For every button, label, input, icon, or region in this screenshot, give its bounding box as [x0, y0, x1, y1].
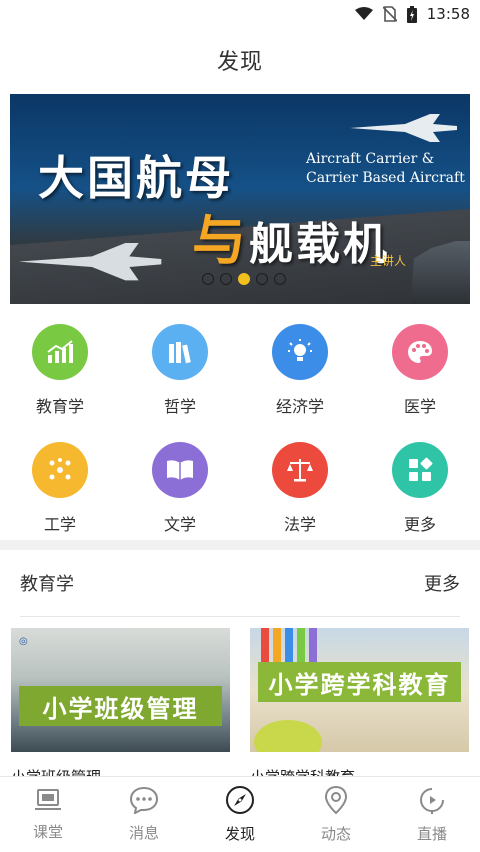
banner-title-line2: 与舰载机: [192, 196, 390, 275]
category-label: 经济学: [275, 397, 324, 416]
deck-jet-icon: [18, 243, 162, 281]
category-item[interactable]: 更多: [360, 436, 480, 546]
grid-more-icon: [392, 442, 448, 498]
tab-label: 发现: [224, 825, 255, 843]
category-label: 文学: [163, 515, 196, 534]
category-label: 医学: [403, 397, 436, 416]
clock-time: 13:58: [426, 5, 470, 23]
category-label: 哲学: [163, 397, 196, 416]
tab-classroom[interactable]: 课堂: [0, 777, 96, 852]
carousel-indicator: [202, 273, 286, 285]
tab-label: 直播: [416, 825, 447, 843]
category-item[interactable]: 文学: [120, 436, 240, 546]
section-title: 教育学: [20, 574, 74, 595]
category-item[interactable]: 教育学: [0, 318, 120, 428]
course-thumbnail-title: 小学班级管理: [19, 686, 222, 726]
carousel-dot[interactable]: [238, 273, 250, 285]
section-header: 教育学 更多: [0, 552, 480, 614]
tab-label: 消息: [128, 824, 159, 842]
category-item[interactable]: 法学: [240, 436, 360, 546]
carousel-dot[interactable]: [274, 273, 286, 285]
compass-icon: [225, 785, 255, 819]
category-item[interactable]: 工学: [0, 436, 120, 546]
course-card[interactable]: ◎ 小学班级管理 小学班级管理: [11, 628, 230, 787]
books-icon: [152, 324, 208, 380]
course-card[interactable]: 小学跨学科教育 小学跨学科教育: [250, 628, 469, 787]
course-thumbnail: ◎ 小学班级管理: [11, 628, 230, 752]
category-label: 教育学: [35, 397, 84, 416]
molecule-icon: [32, 442, 88, 498]
tab-feed[interactable]: 动态: [288, 777, 384, 852]
live-play-icon: [417, 785, 447, 819]
category-label: 工学: [43, 515, 76, 534]
tab-live[interactable]: 直播: [384, 777, 480, 852]
wifi-icon: [354, 7, 373, 21]
section-separator: [20, 616, 460, 617]
laptop-icon: [33, 787, 63, 817]
banner-speaker: 主讲人: [370, 254, 407, 268]
course-thumbnail: 小学跨学科教育: [250, 628, 469, 752]
tab-messages[interactable]: 消息: [96, 777, 192, 852]
category-item[interactable]: 经济学: [240, 318, 360, 428]
category-item[interactable]: 医学: [360, 318, 480, 428]
lightbulb-icon: [272, 324, 328, 380]
chat-bubble-icon: [129, 786, 159, 818]
status-bar: 13:58: [0, 0, 480, 28]
jet-fighter-icon: [350, 114, 457, 142]
tab-discover[interactable]: 发现: [192, 777, 288, 852]
university-logo-icon: ◎: [19, 636, 28, 647]
more-link[interactable]: 更多: [424, 570, 460, 596]
bottom-tab-bar: 课堂 消息 发现 动态 直播: [0, 776, 480, 852]
bar-chart-icon: [32, 324, 88, 380]
tab-label: 课堂: [32, 823, 63, 841]
scales-icon: [272, 442, 328, 498]
carousel-dot[interactable]: [256, 273, 268, 285]
category-item[interactable]: 哲学: [120, 318, 240, 428]
apple-icon: [254, 720, 322, 752]
section-divider: [0, 540, 480, 550]
location-pin-icon: [322, 785, 350, 819]
course-thumbnail-title: 小学跨学科教育: [258, 662, 461, 702]
no-sim-icon: [382, 6, 397, 22]
banner-subtitle-en: Aircraft Carrier & Carrier Based Aircraf…: [306, 151, 465, 186]
category-label: 更多: [403, 515, 436, 534]
category-label: 法学: [283, 515, 316, 534]
banner-title-rest: 舰载机: [249, 219, 390, 270]
battery-charging-icon: [406, 5, 417, 23]
carousel-dot[interactable]: [202, 273, 214, 285]
carousel-dot[interactable]: [220, 273, 232, 285]
banner-title-accent: 与: [192, 208, 249, 272]
tab-label: 动态: [320, 825, 351, 843]
page-header: 发现: [0, 28, 480, 92]
open-book-icon: [152, 442, 208, 498]
palette-icon: [392, 324, 448, 380]
page-title: 发现: [216, 50, 263, 75]
